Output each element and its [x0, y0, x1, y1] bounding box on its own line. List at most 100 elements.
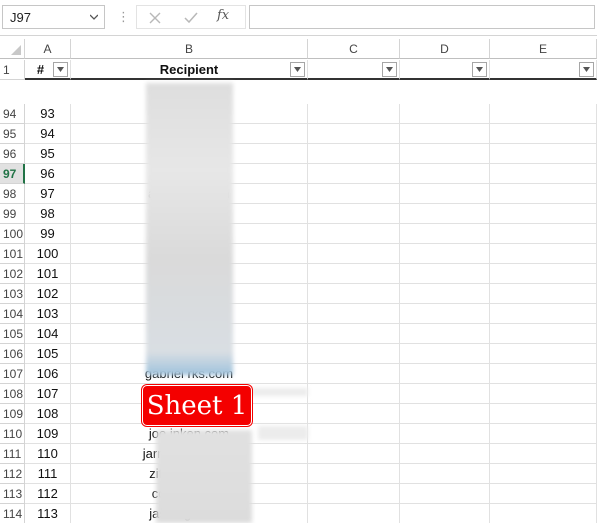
cell-e[interactable]	[490, 304, 597, 324]
filter-dropdown-button[interactable]	[53, 62, 68, 77]
cell-number[interactable]: 96	[25, 164, 71, 184]
cell-e[interactable]	[490, 204, 597, 224]
cell-c[interactable]	[308, 404, 400, 424]
cell-e[interactable]	[490, 284, 597, 304]
row-header[interactable]: 110	[0, 424, 25, 444]
cell-e[interactable]	[490, 424, 597, 444]
row-header[interactable]: 109	[0, 404, 25, 424]
cell-c[interactable]	[308, 204, 400, 224]
filter-dropdown-button[interactable]	[290, 62, 305, 77]
row-header[interactable]: 112	[0, 464, 25, 484]
cell-d[interactable]	[400, 364, 490, 384]
cell-c[interactable]	[308, 464, 400, 484]
row-header[interactable]: 103	[0, 284, 25, 304]
cell-d[interactable]	[400, 384, 490, 404]
cell-c[interactable]	[308, 324, 400, 344]
cell-e[interactable]	[490, 264, 597, 284]
cell-c[interactable]	[308, 244, 400, 264]
cell-d[interactable]	[400, 264, 490, 284]
check-icon[interactable]	[183, 10, 199, 26]
cell-number[interactable]: 102	[25, 284, 71, 304]
row-header[interactable]: 113	[0, 484, 25, 504]
row-header[interactable]: 106	[0, 344, 25, 364]
cell-d[interactable]	[400, 164, 490, 184]
cell-d[interactable]	[400, 104, 490, 124]
insert-function-button[interactable]: fx	[217, 8, 239, 24]
cell-e[interactable]	[490, 484, 597, 504]
cell-c[interactable]	[308, 124, 400, 144]
cell-d[interactable]	[400, 144, 490, 164]
header-cell-e[interactable]	[490, 60, 597, 80]
cell-d[interactable]	[400, 464, 490, 484]
cell-d[interactable]	[400, 184, 490, 204]
cell-e[interactable]	[490, 324, 597, 344]
row-header[interactable]: 105	[0, 324, 25, 344]
cell-number[interactable]: 95	[25, 144, 71, 164]
cell-c[interactable]	[308, 444, 400, 464]
cell-d[interactable]	[400, 444, 490, 464]
cell-e[interactable]	[490, 244, 597, 264]
row-header[interactable]: 114	[0, 504, 25, 523]
cell-c[interactable]	[308, 144, 400, 164]
cell-e[interactable]	[490, 404, 597, 424]
cell-e[interactable]	[490, 144, 597, 164]
cell-d[interactable]	[400, 244, 490, 264]
formula-input[interactable]	[249, 5, 595, 29]
cell-number[interactable]: 107	[25, 384, 71, 404]
select-all-button[interactable]	[0, 39, 25, 59]
cell-d[interactable]	[400, 344, 490, 364]
cell-e[interactable]	[490, 224, 597, 244]
cell-c[interactable]	[308, 364, 400, 384]
cell-number[interactable]: 109	[25, 424, 71, 444]
row-header[interactable]: 100	[0, 224, 25, 244]
cell-c[interactable]	[308, 104, 400, 124]
cell-e[interactable]	[490, 164, 597, 184]
cell-number[interactable]: 101	[25, 264, 71, 284]
header-cell-c[interactable]	[308, 60, 400, 80]
row-header[interactable]: 107	[0, 364, 25, 384]
column-header-a[interactable]: A	[25, 39, 71, 59]
column-header-d[interactable]: D	[400, 39, 490, 59]
row-header[interactable]: 101	[0, 244, 25, 264]
cell-e[interactable]	[490, 384, 597, 404]
cell-d[interactable]	[400, 304, 490, 324]
cell-d[interactable]	[400, 224, 490, 244]
header-cell-d[interactable]	[400, 60, 490, 80]
cell-e[interactable]	[490, 184, 597, 204]
chevron-down-icon[interactable]	[90, 13, 98, 21]
row-header[interactable]: 1	[0, 60, 25, 80]
row-header[interactable]: 108	[0, 384, 25, 404]
cell-d[interactable]	[400, 404, 490, 424]
cell-number[interactable]: 97	[25, 184, 71, 204]
header-cell-number[interactable]: #	[25, 60, 71, 80]
row-header[interactable]: 111	[0, 444, 25, 464]
row-header[interactable]: 102	[0, 264, 25, 284]
cell-d[interactable]	[400, 324, 490, 344]
row-header[interactable]: 98	[0, 184, 25, 204]
filter-dropdown-button[interactable]	[579, 62, 594, 77]
row-header[interactable]: 95	[0, 124, 25, 144]
cell-number[interactable]: 110	[25, 444, 71, 464]
cell-e[interactable]	[490, 104, 597, 124]
cell-number[interactable]: 106	[25, 364, 71, 384]
cell-c[interactable]	[308, 184, 400, 204]
cell-c[interactable]	[308, 504, 400, 523]
cell-d[interactable]	[400, 484, 490, 504]
cell-c[interactable]	[308, 164, 400, 184]
cell-d[interactable]	[400, 284, 490, 304]
row-header[interactable]: 94	[0, 104, 25, 124]
row-header[interactable]: 104	[0, 304, 25, 324]
cell-e[interactable]	[490, 364, 597, 384]
cell-d[interactable]	[400, 424, 490, 444]
cell-c[interactable]	[308, 224, 400, 244]
cell-number[interactable]: 103	[25, 304, 71, 324]
cell-number[interactable]: 100	[25, 244, 71, 264]
cell-c[interactable]	[308, 304, 400, 324]
cell-number[interactable]: 99	[25, 224, 71, 244]
cell-e[interactable]	[490, 444, 597, 464]
column-header-b[interactable]: B	[71, 39, 308, 59]
cell-e[interactable]	[490, 464, 597, 484]
cell-d[interactable]	[400, 124, 490, 144]
cell-number[interactable]: 104	[25, 324, 71, 344]
cell-d[interactable]	[400, 204, 490, 224]
